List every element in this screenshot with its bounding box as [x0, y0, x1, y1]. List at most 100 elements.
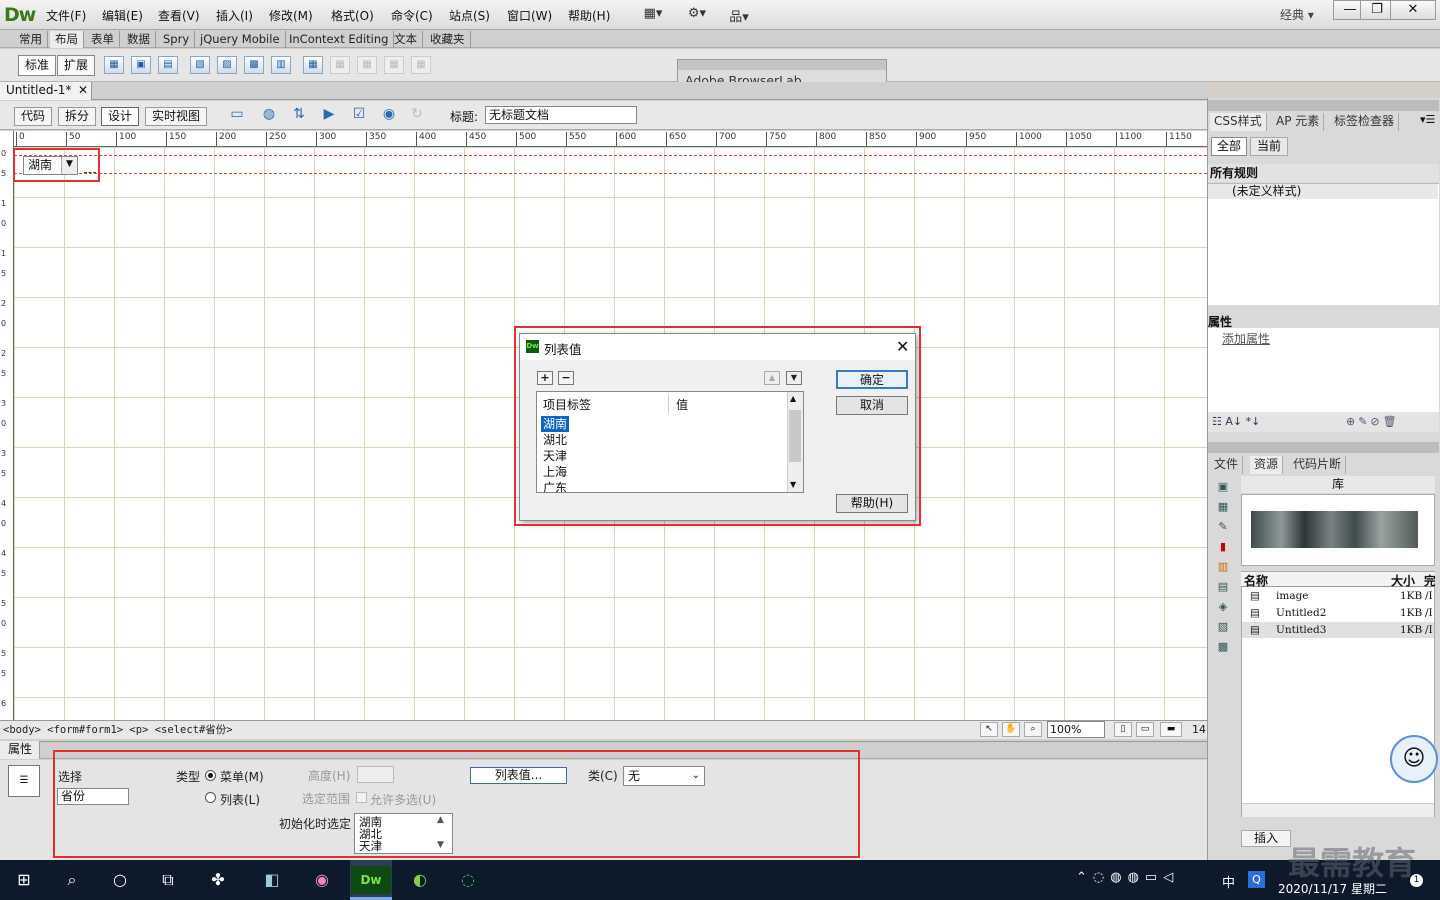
images-icon[interactable]: ▣: [1214, 480, 1232, 495]
menu-commands[interactable]: 命令(C): [391, 7, 433, 24]
file-management-icon[interactable]: ⇅: [288, 106, 310, 126]
w3c-validation-icon[interactable]: ▶: [318, 106, 340, 126]
tab-spry[interactable]: Spry: [158, 31, 196, 48]
tab-forms[interactable]: 表单: [86, 31, 120, 48]
css-current-button[interactable]: 当前: [1250, 137, 1288, 156]
templates-icon[interactable]: ▧: [1214, 620, 1232, 635]
properties-tab[interactable]: 属性: [0, 741, 40, 759]
visual-aids-icon[interactable]: ◉: [378, 106, 400, 126]
document-tab[interactable]: Untitled-1* ✕: [0, 82, 92, 100]
flash-icon[interactable]: ▮: [1214, 540, 1232, 555]
split-view-button[interactable]: 拆分: [58, 107, 97, 126]
insert-library-button[interactable]: 插入: [1241, 830, 1291, 847]
library-row-name[interactable]: Untitled2: [1276, 607, 1326, 619]
library-row-name[interactable]: image: [1276, 590, 1309, 602]
tab-common[interactable]: 常用: [14, 31, 48, 48]
iframe-icon[interactable]: ▦: [303, 56, 323, 74]
restore-button[interactable]: ❐: [1360, 0, 1394, 20]
windows-start-icon[interactable]: ⊞: [4, 864, 44, 896]
movies-icon[interactable]: ▤: [1214, 580, 1232, 595]
col-path[interactable]: 完: [1424, 572, 1435, 589]
cortana-icon[interactable]: ○: [100, 864, 140, 896]
menu-format[interactable]: 格式(O): [331, 7, 374, 24]
css-all-button[interactable]: 全部: [1211, 137, 1247, 156]
colors-icon[interactable]: ▦: [1214, 500, 1232, 515]
rules-list[interactable]: [1208, 183, 1439, 305]
site-icon[interactable]: 品▾: [726, 6, 752, 25]
tab-data[interactable]: 数据: [122, 31, 156, 48]
tab-snippets[interactable]: 代码片断: [1289, 456, 1347, 474]
gear-icon[interactable]: ⚙▾: [684, 6, 710, 24]
menu-site[interactable]: 站点(S): [449, 7, 490, 24]
tab-assets[interactable]: 资源: [1250, 456, 1284, 474]
tab-text[interactable]: 文本: [389, 31, 423, 48]
standard-mode-button[interactable]: 标准: [18, 55, 57, 76]
expanded-mode-button[interactable]: 扩展: [57, 55, 96, 76]
code-view-button[interactable]: 代码: [14, 107, 53, 126]
pointer-tool-icon[interactable]: ↖: [980, 722, 998, 737]
design-view-button[interactable]: 设计: [101, 107, 140, 126]
desktop-size-icon[interactable]: ▬: [1160, 722, 1182, 737]
add-property-link[interactable]: 添加属性: [1222, 330, 1270, 347]
spry-accordion-icon[interactable]: ▥: [271, 56, 291, 74]
library-hscroll[interactable]: [1242, 803, 1434, 817]
css-actions-icon[interactable]: ⊕✎⊘🗑: [1346, 415, 1400, 428]
zoom-select[interactable]: 100%: [1047, 721, 1105, 738]
spry-menu-icon[interactable]: ▨: [217, 56, 237, 74]
tab-tag-inspector[interactable]: 标签检查器: [1330, 113, 1400, 131]
menu-modify[interactable]: 修改(M): [269, 7, 313, 24]
wechat-icon[interactable]: ◌: [448, 864, 488, 896]
search-icon[interactable]: ⌕: [52, 864, 92, 896]
tab-incontext[interactable]: InContext Editing: [284, 31, 395, 48]
rule-item[interactable]: (未定义样式): [1208, 184, 1438, 199]
check-browser-icon[interactable]: ☑: [348, 106, 370, 126]
melon-app-icon[interactable]: ◐: [400, 864, 440, 896]
title-input[interactable]: 无标题文档: [485, 106, 637, 124]
assistant-avatar-icon[interactable]: ☺: [1390, 735, 1438, 783]
tab-files[interactable]: 文件: [1210, 456, 1244, 474]
urls-icon[interactable]: ✎: [1214, 520, 1232, 535]
tab-favorites[interactable]: 收藏夹: [425, 31, 471, 48]
menu-view[interactable]: 查看(V): [158, 7, 200, 24]
dreamweaver-taskbar-icon[interactable]: Dw: [351, 866, 391, 894]
preview-browser-icon[interactable]: ◍: [258, 106, 280, 126]
tag-selector[interactable]: <body> <form#form1> <p> <select#省份>: [3, 722, 233, 737]
tab-ap-elements[interactable]: AP 元素: [1272, 113, 1325, 131]
library-icon[interactable]: ▩: [1214, 640, 1232, 655]
div-icon[interactable]: ▣: [131, 56, 151, 74]
window-size-readout[interactable]: 14: [1192, 723, 1206, 736]
tab-jquery-mobile[interactable]: jQuery Mobile: [195, 31, 286, 48]
task-view-icon[interactable]: ⧉: [148, 864, 188, 896]
ime-indicator[interactable]: 中: [1222, 872, 1235, 891]
col-name[interactable]: 名称: [1244, 572, 1268, 589]
close-window-button[interactable]: ✕: [1390, 0, 1436, 20]
library-row-name[interactable]: Untitled3: [1276, 624, 1326, 636]
hand-tool-icon[interactable]: ✋: [1002, 722, 1020, 737]
live-view-button[interactable]: 实时视图: [145, 107, 208, 126]
notepad-app-icon[interactable]: ◧: [252, 864, 292, 896]
menu-help[interactable]: 帮助(H): [568, 7, 610, 24]
panel-menu-icon[interactable]: ▾☰: [1420, 113, 1435, 126]
ap-div-icon[interactable]: ▤: [158, 56, 178, 74]
layout-icon[interactable]: ▦▾: [640, 6, 666, 24]
menu-edit[interactable]: 编辑(E): [102, 7, 143, 24]
scripts-icon[interactable]: ◈: [1214, 600, 1232, 615]
fluid-grid-icon[interactable]: ▧: [190, 56, 210, 74]
tablet-size-icon[interactable]: ▭: [1136, 722, 1154, 737]
system-tray-icons[interactable]: ⌃◌◍◍▭◁: [1076, 870, 1179, 885]
close-tab-icon[interactable]: ✕: [78, 82, 88, 98]
table-icon[interactable]: ▦: [104, 56, 124, 74]
tab-layout[interactable]: 布局: [50, 31, 84, 48]
shockwave-icon[interactable]: ▥: [1214, 560, 1232, 575]
qq-input-icon[interactable]: Q: [1248, 871, 1265, 888]
mobile-size-icon[interactable]: ▯: [1114, 722, 1132, 737]
chrome-icon[interactable]: ◉: [302, 864, 342, 896]
zoom-tool-icon[interactable]: ⌕: [1024, 722, 1042, 737]
category-view-icon[interactable]: ☷ A↓ *↓: [1212, 415, 1260, 428]
menu-file[interactable]: 文件(F): [46, 7, 86, 24]
menu-window[interactable]: 窗口(W): [507, 7, 552, 24]
menu-insert[interactable]: 插入(I): [216, 7, 253, 24]
workspace-switcher[interactable]: 经典 ▾: [1280, 6, 1314, 23]
multiscreen-icon[interactable]: ▭: [226, 106, 248, 126]
pinwheel-app-icon[interactable]: ✤: [198, 864, 238, 896]
